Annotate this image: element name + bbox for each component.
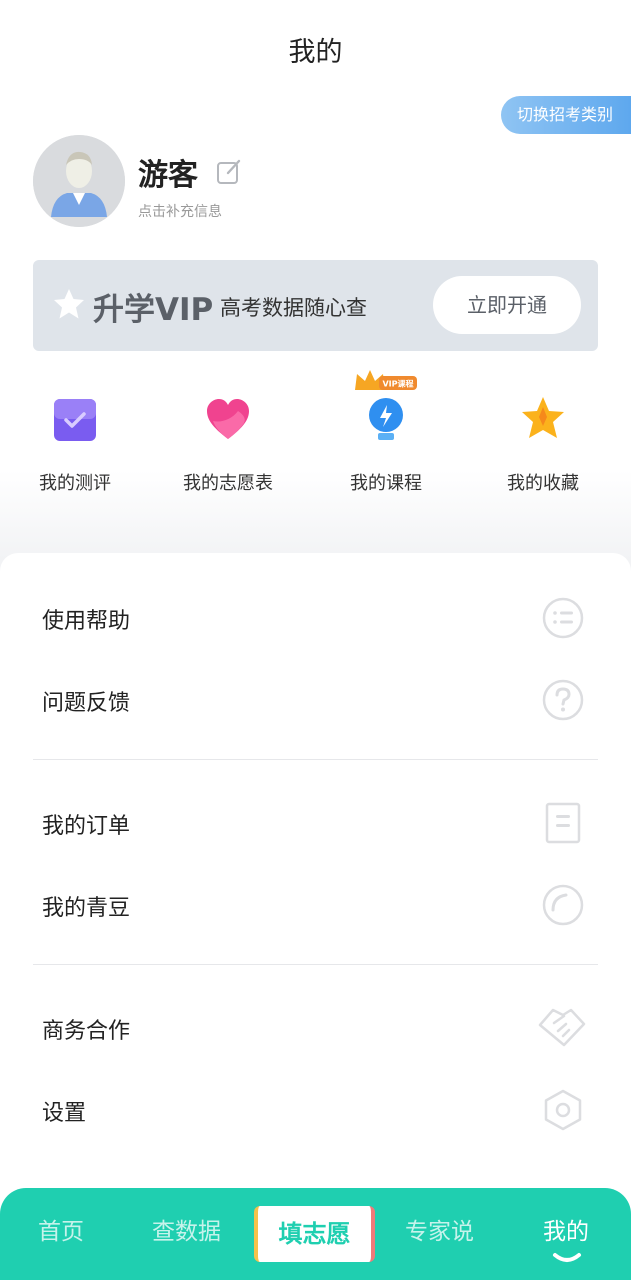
menu-label-orders: 我的订单 (42, 814, 131, 839)
menu-card: 使用帮助 问题反馈 我的订单 我的青豆 商务合作 设置 (0, 553, 631, 1280)
menu-item-settings[interactable]: 设置 (0, 1075, 631, 1145)
menu-item-help[interactable]: 使用帮助 (0, 583, 631, 653)
vip-title: 升学VIP (93, 292, 214, 328)
menu-label-feedback: 问题反馈 (42, 691, 131, 716)
quick-item-courses[interactable]: VIP课程 我的课程 (311, 365, 461, 505)
vip-course-badge: VIP课程 (382, 379, 413, 389)
heart-icon (207, 399, 249, 439)
menu-item-orders[interactable]: 我的订单 (0, 788, 631, 858)
menu-label-business: 商务合作 (42, 1019, 131, 1044)
user-silhouette-icon (33, 135, 125, 227)
document-icon (545, 802, 581, 844)
menu-item-business[interactable]: 商务合作 (0, 993, 631, 1063)
switch-exam-type-button[interactable]: 切换招考类别 (501, 96, 631, 134)
handshake-icon (538, 1008, 586, 1047)
crown-icon: VIP课程 (355, 370, 417, 390)
quick-label-favorites: 我的收藏 (507, 473, 579, 494)
tab-mine[interactable]: 我的 (543, 1212, 589, 1246)
menu-item-beans[interactable]: 我的青豆 (0, 870, 631, 940)
edit-icon[interactable] (216, 157, 242, 185)
bean-icon (542, 884, 584, 926)
menu-item-feedback[interactable]: 问题反馈 (0, 665, 631, 735)
active-tab-indicator (553, 1253, 581, 1262)
divider (33, 964, 598, 965)
quick-label-courses: 我的课程 (350, 473, 422, 494)
tab-home[interactable]: 首页 (38, 1212, 84, 1246)
question-icon (542, 679, 584, 721)
tab-experts[interactable]: 专家说 (405, 1212, 474, 1246)
tab-fill-volunteer-label: 填志愿 (278, 1220, 351, 1248)
vip-banner[interactable]: 升学VIP 高考数据随心查 立即开通 (33, 260, 598, 351)
settings-hexagon-icon (544, 1089, 582, 1131)
assessment-icon (54, 399, 96, 441)
quick-item-assessment[interactable]: 我的测评 (0, 365, 150, 505)
star-icon (522, 397, 564, 438)
star-icon (54, 289, 84, 319)
tab-data[interactable]: 查数据 (152, 1212, 221, 1246)
tab-fill-volunteer[interactable]: 填志愿 (254, 1206, 375, 1262)
quick-item-favorites[interactable]: 我的收藏 (468, 365, 618, 505)
quick-item-volunteer-table[interactable]: 我的志愿表 (153, 365, 303, 505)
menu-label-beans: 我的青豆 (42, 896, 131, 921)
vip-activate-button[interactable]: 立即开通 (433, 276, 581, 334)
quick-label-assessment: 我的测评 (39, 473, 111, 494)
page-title: 我的 (288, 37, 343, 68)
lightbulb-icon (369, 398, 403, 440)
list-icon (542, 597, 584, 639)
vip-description: 高考数据随心查 (220, 296, 367, 320)
username[interactable]: 游客 (138, 150, 198, 194)
avatar[interactable] (33, 135, 125, 227)
profile-hint[interactable]: 点击补充信息 (138, 201, 222, 221)
divider (33, 759, 598, 760)
menu-label-settings: 设置 (42, 1101, 87, 1126)
quick-actions: 我的测评 我的志愿表 VIP课程 我的课程 我的收藏 (0, 365, 631, 505)
bottom-tab-bar: 首页 查数据 填志愿 专家说 我的 (0, 1188, 631, 1280)
quick-label-volunteer-table: 我的志愿表 (183, 473, 273, 494)
menu-label-help: 使用帮助 (42, 609, 131, 634)
